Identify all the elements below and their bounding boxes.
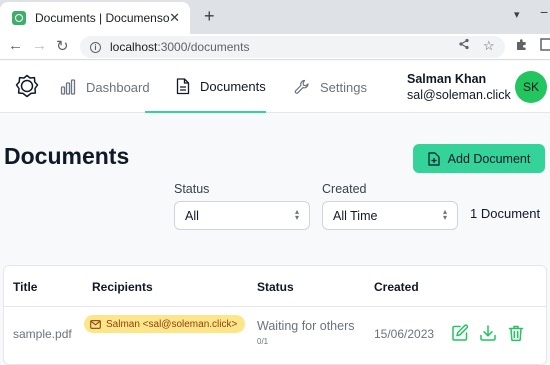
file-plus-icon	[428, 151, 440, 166]
select-chevron-icon: ▴ ▾	[442, 207, 447, 222]
close-tab-icon[interactable]: ✕	[169, 10, 180, 26]
avatar[interactable]: SK	[515, 71, 547, 103]
status-filter-select[interactable]: All ▴ ▾	[174, 201, 310, 230]
user-name: Salman Khan	[407, 72, 487, 86]
new-tab-icon[interactable]: +	[204, 6, 215, 27]
back-arrow-icon[interactable]: ←	[8, 37, 23, 54]
minimize-icon[interactable]: −	[540, 4, 548, 20]
recipient-badge[interactable]: Salman <sal@soleman.click>	[84, 315, 246, 333]
column-header-title[interactable]: Title	[13, 280, 37, 294]
page-title: Documents	[4, 143, 130, 169]
user-email: sal@soleman.click	[407, 88, 511, 102]
column-header-status[interactable]: Status	[257, 280, 294, 294]
created-date: 15/06/2023	[374, 327, 435, 341]
reload-icon[interactable]: ↻	[56, 37, 69, 55]
wrench-icon	[294, 79, 309, 94]
documents-table: Title Recipients Status Created sample.p…	[3, 265, 547, 365]
created-filter-label: Created	[322, 182, 367, 196]
share-icon[interactable]	[458, 38, 470, 53]
column-header-created[interactable]: Created	[374, 280, 419, 294]
created-filter-value: All Time	[333, 208, 378, 223]
url-host: localhost	[110, 40, 158, 54]
documenso-logo-icon[interactable]	[15, 74, 39, 98]
mail-icon	[90, 319, 101, 329]
address-bar[interactable]: i localhost:3000/documents ☆	[80, 36, 505, 58]
created-filter-select[interactable]: All Time ▴ ▾	[322, 201, 458, 230]
tab-title: Documents | Documenso	[35, 11, 170, 25]
add-document-label: Add Document	[447, 151, 531, 166]
browser-toolbar: ← → ↻ i localhost:3000/documents ☆	[0, 34, 550, 60]
bookmark-star-icon[interactable]: ☆	[483, 38, 495, 54]
status-filter-value: All	[185, 208, 199, 223]
nav-settings-label: Settings	[320, 79, 367, 95]
bar-chart-icon	[60, 79, 76, 95]
browser-tab[interactable]: Documents | Documenso ✕	[0, 2, 190, 34]
nav-documents-label: Documents	[200, 78, 266, 94]
column-header-recipients[interactable]: Recipients	[92, 280, 153, 294]
nav-dashboard[interactable]: Dashboard	[60, 61, 150, 113]
extensions-puzzle-icon[interactable]	[515, 38, 528, 54]
forward-arrow-icon[interactable]: →	[32, 37, 47, 54]
nav-dashboard-label: Dashboard	[86, 79, 150, 95]
url-text: localhost:3000/documents	[110, 40, 249, 54]
nav-documents[interactable]: Documents	[145, 61, 266, 113]
document-icon	[176, 77, 190, 94]
url-path: :3000/documents	[157, 40, 250, 54]
document-status: Waiting for others	[257, 319, 355, 333]
status-filter-label: Status	[174, 182, 210, 196]
nav-settings[interactable]: Settings	[294, 61, 367, 113]
document-count: 1 Document	[470, 206, 541, 221]
documenso-favicon-icon	[12, 11, 26, 25]
document-title[interactable]: sample.pdf	[13, 327, 72, 341]
download-icon[interactable]	[479, 324, 497, 342]
browser-tabbar: Documents | Documenso ✕ + ▾ −	[0, 0, 550, 34]
add-document-button[interactable]: Add Document	[413, 144, 545, 173]
site-info-icon[interactable]: i	[90, 41, 101, 53]
signing-progress: 0/1	[257, 337, 269, 346]
recipient-label: Salman <sal@soleman.click>	[106, 318, 238, 330]
select-chevron-icon: ▴ ▾	[294, 207, 299, 222]
tab-search-chevron-icon[interactable]: ▾	[514, 8, 520, 21]
edit-icon[interactable]	[451, 324, 469, 342]
app-header: Dashboard Documents Settings Salman Khan…	[0, 61, 550, 113]
trash-icon[interactable]	[507, 324, 525, 342]
side-panel-icon[interactable]	[540, 38, 550, 54]
header-divider	[4, 306, 546, 307]
